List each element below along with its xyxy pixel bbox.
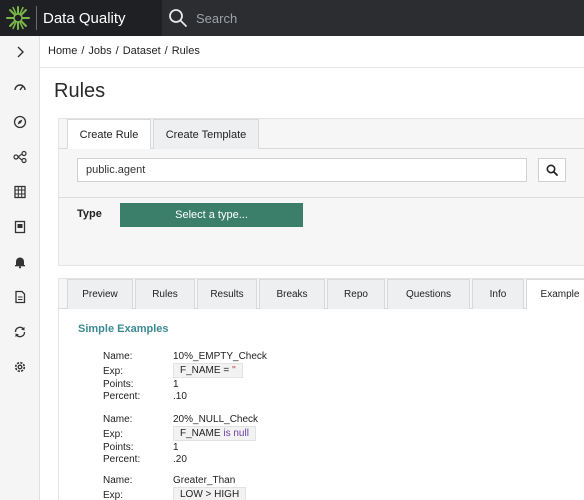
info-panel: Preview Rules Results Breaks Repo Questi… xyxy=(58,278,584,500)
sidebar-item-dashboard[interactable] xyxy=(0,72,40,102)
example-name: Greater_Than xyxy=(173,475,236,486)
info-tabs: Preview Rules Results Breaks Repo Questi… xyxy=(67,279,584,309)
example-percent: .20 xyxy=(173,454,187,465)
sidebar-item-jobs[interactable] xyxy=(0,317,40,347)
example-name: 10%_EMPTY_Check xyxy=(173,351,267,362)
exp-label: Exp: xyxy=(103,429,124,440)
dataset-search-button[interactable] xyxy=(538,158,566,182)
dataset-input[interactable]: public.agent xyxy=(77,158,527,182)
search-icon xyxy=(546,164,558,176)
app-title: Data Quality xyxy=(43,9,126,27)
exp-keyword: is xyxy=(223,428,231,439)
id-card-icon xyxy=(14,220,26,234)
example-expression: F_NAME is null xyxy=(173,426,256,441)
type-label: Type xyxy=(77,208,102,220)
create-rule-panel: Create Rule Create Template public.agent… xyxy=(58,118,584,266)
tab-create-template[interactable]: Create Template xyxy=(153,119,259,149)
breadcrumb-rules: Rules xyxy=(171,45,200,57)
sidebar-item-catalog[interactable] xyxy=(0,177,40,207)
report-icon xyxy=(15,290,26,304)
logo-icon xyxy=(6,6,30,30)
brand[interactable]: Data Quality xyxy=(0,0,162,36)
chevron-right-icon xyxy=(17,46,24,58)
breadcrumb-jobs[interactable]: Jobs xyxy=(88,45,111,57)
breadcrumb-dataset[interactable]: Dataset xyxy=(123,45,161,57)
example-points: 1 xyxy=(173,442,179,453)
global-search[interactable]: Search xyxy=(162,0,584,36)
tab-breaks[interactable]: Breaks xyxy=(259,279,325,309)
exp-literal: '' xyxy=(231,365,236,376)
top-bar: Data Quality Search xyxy=(0,0,584,36)
breadcrumb-home[interactable]: Home xyxy=(48,45,77,57)
exp-column: F_NAME xyxy=(180,365,221,376)
example-expression: LOW > HIGH xyxy=(173,487,247,500)
sidebar xyxy=(0,36,40,500)
example-points: 1 xyxy=(173,379,179,390)
section-title: Simple Examples xyxy=(78,323,169,335)
tab-questions[interactable]: Questions xyxy=(387,279,470,309)
examples-area: Simple Examples Name: 10%_EMPTY_Check Ex… xyxy=(59,309,584,500)
brand-divider xyxy=(36,6,37,30)
panel-divider xyxy=(59,197,584,198)
exp-keyword: null xyxy=(233,428,249,439)
graph-icon xyxy=(13,150,27,164)
example-name: 20%_NULL_Check xyxy=(173,414,259,425)
sidebar-expand[interactable] xyxy=(0,37,40,67)
calendar-grid-icon xyxy=(14,185,26,199)
points-label: Points: xyxy=(103,442,134,453)
breadcrumb: Home / Jobs / Dataset / Rules xyxy=(48,45,200,57)
tab-results[interactable]: Results xyxy=(197,279,257,309)
gear-icon xyxy=(14,361,26,373)
rule-tabs: Create Rule Create Template xyxy=(67,119,261,149)
points-label: Points: xyxy=(103,379,134,390)
exp-label: Exp: xyxy=(103,366,124,377)
example-percent: .10 xyxy=(173,391,187,402)
tab-repo[interactable]: Repo xyxy=(327,279,385,309)
example-expression: F_NAME = '' xyxy=(173,363,243,378)
sidebar-item-alerts[interactable] xyxy=(0,247,40,277)
exp-column: F_NAME xyxy=(180,428,221,439)
exp-label: Exp: xyxy=(103,490,124,500)
page-title: Rules xyxy=(54,80,106,102)
type-select[interactable]: Select a type... xyxy=(120,203,303,227)
name-label: Name: xyxy=(103,475,133,486)
percent-label: Percent: xyxy=(103,391,141,402)
tab-info[interactable]: Info xyxy=(472,279,524,309)
header-divider xyxy=(40,67,584,68)
sidebar-item-settings[interactable] xyxy=(0,352,40,382)
exp-operator: = xyxy=(223,365,230,376)
sidebar-item-lineage[interactable] xyxy=(0,142,40,172)
tab-example[interactable]: Example xyxy=(526,279,584,309)
name-label: Name: xyxy=(103,351,133,362)
search-icon xyxy=(169,9,187,27)
bell-icon xyxy=(15,257,25,269)
sidebar-item-explore[interactable] xyxy=(0,107,40,137)
tab-preview[interactable]: Preview xyxy=(67,279,133,309)
name-label: Name: xyxy=(103,414,133,425)
main-content: Home / Jobs / Dataset / Rules Rules Create Rul… xyxy=(40,36,584,500)
sidebar-item-reports[interactable] xyxy=(0,212,40,242)
sync-icon xyxy=(14,326,26,338)
sidebar-item-scorecards[interactable] xyxy=(0,282,40,312)
dashboard-icon xyxy=(14,84,26,91)
search-placeholder[interactable]: Search xyxy=(196,11,237,26)
compass-icon xyxy=(13,115,27,129)
percent-label: Percent: xyxy=(103,454,141,465)
tab-create-rule[interactable]: Create Rule xyxy=(67,119,151,149)
tab-rules[interactable]: Rules xyxy=(135,279,195,309)
